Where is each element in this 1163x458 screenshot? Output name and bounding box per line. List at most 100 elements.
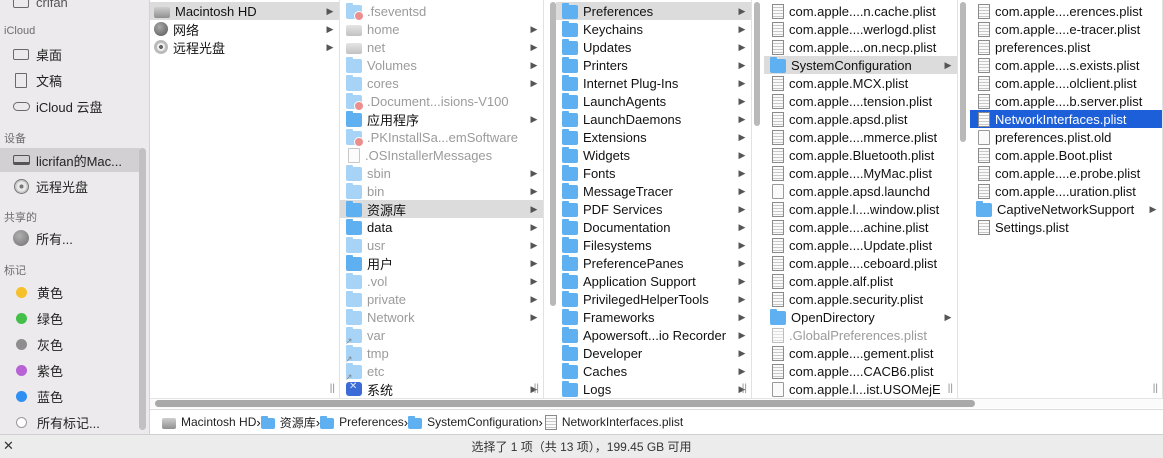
file-row[interactable]: com.apple....olclient.plist [970,74,1162,92]
sidebar-item-documents[interactable]: 文稿 [0,68,140,92]
file-row[interactable]: Macintosh HD ▶ [150,2,339,20]
file-row[interactable]: OpenDirectory ▶ [764,308,957,326]
file-row[interactable]: com.apple....CACB6.plist [764,362,957,380]
file-row[interactable]: com.apple.Bluetooth.plist [764,146,957,164]
path-crumb[interactable]: SystemConfiguration [408,415,539,429]
file-row[interactable]: com.apple.MCX.plist [764,74,957,92]
file-row[interactable]: MessageTracer ▶ [556,182,751,200]
file-row[interactable]: com.apple....ceboard.plist [764,254,957,272]
file-row[interactable]: com.apple.Boot.plist [970,146,1162,164]
file-row[interactable]: com.apple....MyMac.plist [764,164,957,182]
file-row[interactable]: com.apple....mmerce.plist [764,128,957,146]
file-row[interactable]: PDF Services ▶ [556,200,751,218]
sidebar-tag-1[interactable]: 绿色 [0,306,140,330]
column-resize-handle[interactable]: || [948,383,953,394]
file-row[interactable]: Keychains ▶ [556,20,751,38]
file-row[interactable]: com.apple.security.plist [764,290,957,308]
file-row[interactable]: 系统▶ [340,380,543,398]
horizontal-scrollbar-thumb[interactable] [155,400,975,407]
sidebar-tag-5[interactable]: 所有标记... [0,410,140,434]
file-row[interactable]: com.apple....achine.plist [764,218,957,236]
file-row[interactable]: Apowersoft...io Recorder ▶ [556,326,751,344]
file-row[interactable]: com.apple....gement.plist [764,344,957,362]
file-row[interactable]: NetworkInterfaces.plist [970,110,1162,128]
file-row[interactable]: com.apple....uration.plist [970,182,1162,200]
file-row[interactable]: com.apple....e.probe.plist [970,164,1162,182]
file-row[interactable]: com.apple.l...ist.USOMejE [764,380,957,398]
path-crumb[interactable]: Preferences [320,415,404,429]
column-resize-handle[interactable]: || [534,383,539,394]
browser-column-3[interactable]: Preferences ▶ Keychains ▶ Updates ▶ Printers ▶ I… [556,0,752,398]
file-row[interactable]: com.apple....werlogd.plist [764,20,957,38]
file-row[interactable]: 网络 ▶ [150,20,339,38]
browser-column-1[interactable]: Macintosh HD ▶ 网络 ▶ 远程光盘 ▶ || [150,0,340,398]
file-row[interactable]: com.apple.apsd.plist [764,110,957,128]
file-row[interactable]: Frameworks ▶ [556,308,751,326]
file-row[interactable]: net ▶ [340,38,543,56]
file-row[interactable]: data ▶ [340,218,543,236]
file-row[interactable]: bin ▶ [340,182,543,200]
sidebar-tag-4[interactable]: 蓝色 [0,384,140,408]
file-row[interactable]: LaunchDaemons ▶ [556,110,751,128]
file-row[interactable]: Documentation ▶ [556,218,751,236]
file-row[interactable]: 用户 ▶ [340,254,543,272]
file-row[interactable]: com.apple.l....window.plist [764,200,957,218]
file-row[interactable]: com.apple....e-tracer.plist [970,20,1162,38]
file-row[interactable]: 资源库 ▶ [340,200,543,218]
browser-column-4[interactable]: com.apple....n.cache.plist com.apple....w… [764,0,958,398]
file-row[interactable]: etc [340,362,543,383]
file-row[interactable]: Fonts ▶ [556,164,751,182]
file-row[interactable]: .fseventsd [340,2,543,21]
file-row[interactable]: Application Support ▶ [556,272,751,290]
sidebar-item-desktop[interactable]: 桌面 [0,42,140,66]
file-row[interactable]: Extensions ▶ [556,128,751,146]
file-row[interactable]: Volumes ▶ [340,56,543,74]
file-row[interactable]: cores ▶ [340,74,543,92]
sidebar-scrollbar[interactable] [139,148,146,430]
file-row[interactable]: com.apple....erences.plist [970,2,1162,20]
sidebar-item-remote-disc[interactable]: 远程光盘 [0,174,140,198]
column-resize-handle[interactable]: || [742,383,747,394]
file-row[interactable]: .PKInstallSa...emSoftware [340,128,543,147]
file-row[interactable]: com.apple....tension.plist [764,92,957,110]
file-row[interactable]: LaunchAgents ▶ [556,92,751,110]
file-row[interactable]: com.apple....b.server.plist [970,92,1162,110]
file-row[interactable]: preferences.plist.old [970,128,1162,146]
path-crumb[interactable]: Macintosh HD [162,415,256,429]
browser-column-2[interactable]: .fseventsd home ▶ net ▶ Volumes ▶ cores ▶ .Docume… [340,0,544,398]
column-resize-handle[interactable]: || [1153,383,1158,394]
file-row[interactable]: tmp [340,344,543,365]
path-crumb[interactable]: NetworkInterfaces.plist [543,414,683,430]
file-row[interactable]: 应用程序 ▶ [340,110,543,128]
close-icon[interactable]: ✕ [3,438,14,454]
file-row[interactable]: Developer ▶ [556,344,751,362]
file-row[interactable]: Filesystems ▶ [556,236,751,254]
sidebar-tag-3[interactable]: 紫色 [0,358,140,382]
file-row[interactable]: com.apple.apsd.launchd [764,182,957,200]
sidebar-item-icloud-drive[interactable]: iCloud 云盘 [0,94,140,118]
sidebar-tag-0[interactable]: 黄色 [0,280,140,304]
file-row[interactable]: .OSInstallerMessages [340,146,543,164]
sidebar-item-all-shared[interactable]: 所有... [0,226,140,250]
file-row[interactable]: Network ▶ [340,308,543,326]
file-row[interactable]: PreferencePanes ▶ [556,254,751,272]
column-resize-handle[interactable]: || [330,383,335,394]
file-row[interactable]: com.apple....s.exists.plist [970,56,1162,74]
column-scrollbar[interactable] [754,2,760,126]
file-row[interactable]: usr ▶ [340,236,543,254]
path-crumb[interactable]: 资源库 [260,414,316,431]
file-row[interactable]: preferences.plist [970,38,1162,56]
file-row[interactable]: Updates ▶ [556,38,751,56]
sidebar-tag-2[interactable]: 灰色 [0,332,140,356]
file-row[interactable]: Internet Plug-Ins ▶ [556,74,751,92]
file-row[interactable]: com.apple....on.necp.plist [764,38,957,56]
file-row[interactable]: com.apple.alf.plist [764,272,957,290]
file-row[interactable]: Preferences ▶ [556,2,751,20]
file-row[interactable]: com.apple....n.cache.plist [764,2,957,20]
file-row[interactable]: home ▶ [340,20,543,38]
file-row[interactable]: Widgets ▶ [556,146,751,164]
file-row[interactable]: .GlobalPreferences.plist [764,326,957,344]
file-row[interactable]: sbin ▶ [340,164,543,182]
file-row[interactable]: Caches ▶ [556,362,751,380]
file-row[interactable]: private ▶ [340,290,543,308]
